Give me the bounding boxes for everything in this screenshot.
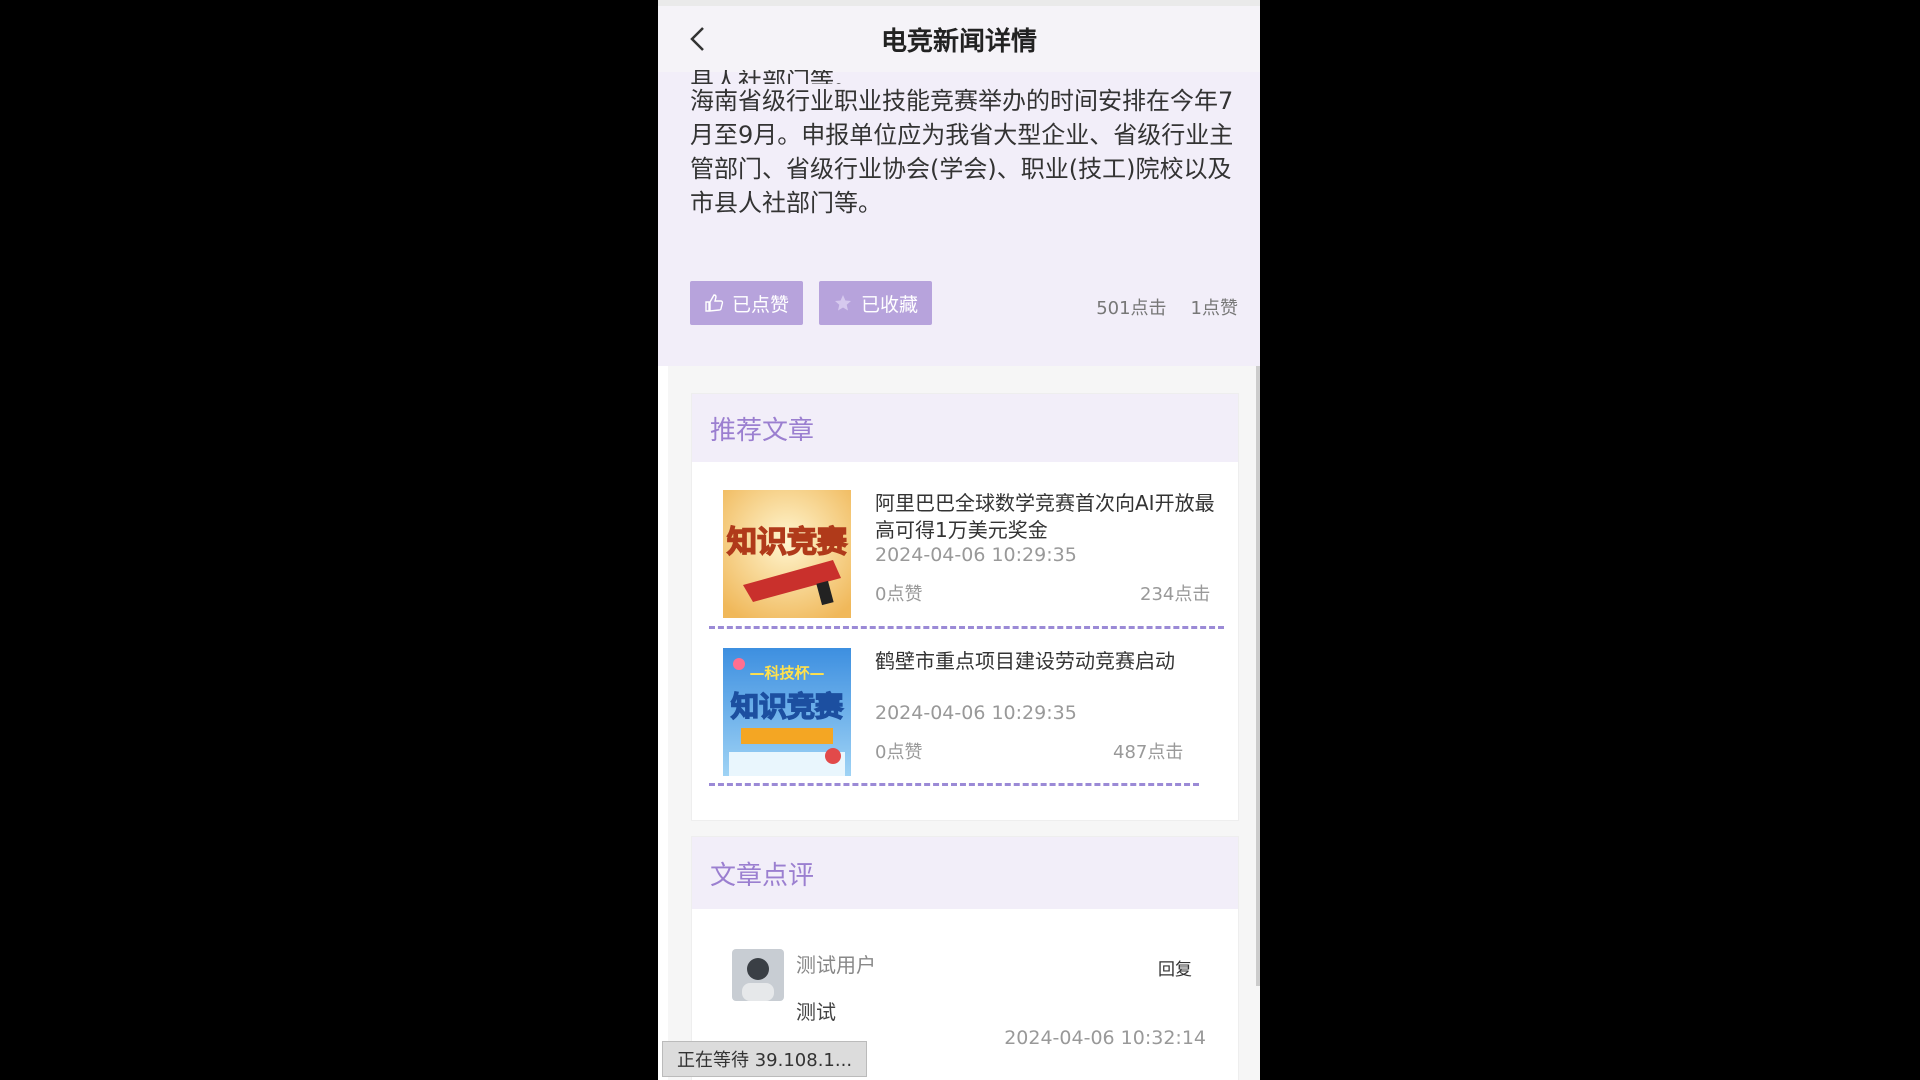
favorite-button-label: 已收藏 [861,293,919,316]
rec-article-date: 2024-04-06 10:29:35 [875,702,1077,724]
rec-article-title[interactable]: 鹤壁市重点项目建设劳动竞赛启动 [875,648,1215,675]
article-paragraph: 海南省级行业职业技能竞赛举办的时间安排在今年7月至9月。申报单位应为我省大型企业… [690,87,1234,217]
rec-article-clicks: 487点击 [1113,742,1184,763]
comments-heading: 文章点评 [692,837,1238,909]
article-thumbnail: 知识竞赛 [723,490,851,618]
comment-text: 测试 [796,1000,836,1024]
scrollbar[interactable] [1256,366,1260,986]
comment-date: 2024-04-06 10:32:14 [1004,1027,1206,1049]
rec-article-likes: 0点赞 [875,584,923,605]
thumb-caption-top: —科技杯— [749,664,824,682]
recommended-heading: 推荐文章 [692,394,1238,462]
rec-article-title[interactable]: 阿里巴巴全球数学竞赛首次向AI开放最高可得1万美元奖金 [875,490,1215,544]
comment-user: 测试用户 [796,953,876,977]
favorite-button[interactable]: 已收藏 [819,281,933,325]
content-area: 推荐文章 知识竞赛 阿里巴巴全球数学竞赛首次向AI开放最高可得1万美元奖金 20… [668,366,1260,1080]
article-stats: 501点击 1点赞 [1096,294,1238,320]
article-text: 县人社部门等。 海南省级行业职业技能竞赛举办的时间安排在今年7月至9月。申报单位… [690,70,1240,220]
thumbs-up-icon [705,294,724,312]
avatar [732,949,784,1001]
dashed-divider [709,783,1199,786]
like-button[interactable]: 已点赞 [690,281,804,325]
list-item[interactable]: 知识竞赛 阿里巴巴全球数学竞赛首次向AI开放最高可得1万美元奖金 2024-04… [709,472,1224,629]
recommended-panel: 推荐文章 知识竞赛 阿里巴巴全球数学竞赛首次向AI开放最高可得1万美元奖金 20… [691,393,1239,821]
article-thumbnail: —科技杯— 知识竞赛 [723,648,851,776]
thumb-caption: 知识竞赛 [731,690,844,723]
star-icon [835,295,852,311]
phone-screen: 电竞新闻详情 县人社部门等。 海南省级行业职业技能竞赛举办的时间安排在今年7月至… [658,0,1260,1080]
list-item[interactable]: —科技杯— 知识竞赛 鹤壁市重点项目建设劳动竞赛启动 2024-04-06 10… [709,628,1224,786]
page-title: 电竞新闻详情 [880,26,1037,57]
article-actions: 已点赞 已收藏 [690,281,933,325]
reply-button[interactable]: 回复 [1158,955,1192,980]
like-button-label: 已点赞 [732,293,790,316]
nav-bar: 电竞新闻详情 [658,6,1260,72]
back-arrow-icon[interactable] [684,24,714,54]
like-count: 1点赞 [1190,298,1238,319]
rec-article-clicks: 234点击 [1140,584,1211,605]
article-body: 县人社部门等。 海南省级行业职业技能竞赛举办的时间安排在今年7月至9月。申报单位… [658,70,1260,366]
thumb-caption: 知识竞赛 [727,525,848,560]
rec-article-date: 2024-04-06 10:29:35 [875,544,1077,566]
browser-status-bar: 正在等待 39.108.1... [662,1041,868,1077]
click-count: 501点击 [1096,298,1167,319]
article-clipped-line: 县人社部门等。 [690,70,858,84]
rec-article-likes: 0点赞 [875,742,923,763]
